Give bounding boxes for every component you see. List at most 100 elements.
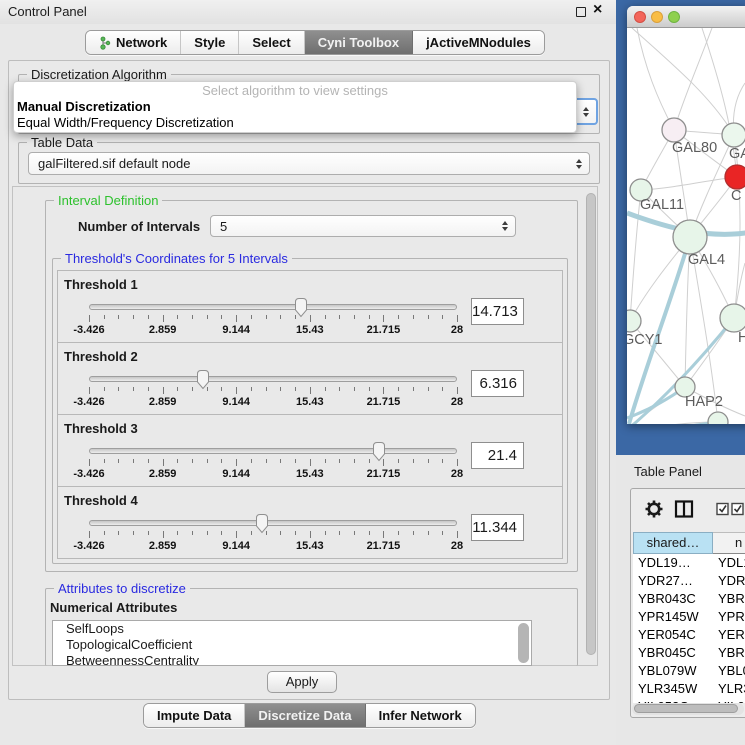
network-node-gal80[interactable]	[662, 118, 686, 142]
threshold-2-slider[interactable]	[89, 376, 457, 382]
table-cell[interactable]: YPR1	[718, 608, 745, 626]
table-cell[interactable]: YBR043C	[638, 590, 712, 608]
table-cell[interactable]: YBR0	[718, 590, 745, 608]
float-window-icon[interactable]	[576, 7, 586, 17]
table-cell[interactable]: YPR145W	[638, 608, 712, 626]
threshold-3-slider[interactable]	[89, 448, 457, 454]
slider-tick	[413, 459, 414, 463]
threshold-3-value-field[interactable]: 21.4	[471, 442, 524, 469]
network-icon	[99, 36, 111, 50]
table-cell[interactable]: YER054C	[638, 626, 712, 644]
tab-impute-data[interactable]: Impute Data	[144, 704, 245, 727]
table-row[interactable]: YBL079W YBL0	[633, 662, 745, 680]
column-header-name[interactable]: n	[713, 532, 745, 554]
tab-label: Infer Network	[379, 708, 462, 723]
threshold-1-slider[interactable]	[89, 304, 457, 310]
tab-style[interactable]: Style	[181, 31, 239, 54]
slider-tick-labels: -3.4262.8599.14415.4321.71528	[89, 540, 457, 553]
table-cell[interactable]: YBL079W	[638, 662, 712, 680]
threshold-4-slider[interactable]	[89, 520, 457, 526]
network-node[interactable]	[720, 304, 745, 332]
network-node-gal4[interactable]	[673, 220, 707, 254]
list-item[interactable]: BetweennessCentrality	[53, 653, 531, 666]
table-cell[interactable]: YDL19…	[638, 554, 712, 572]
slider-tick	[310, 459, 311, 466]
slider-tick	[148, 459, 149, 463]
slider-tick	[104, 531, 105, 535]
tab-cyni-toolbox[interactable]: Cyni Toolbox	[305, 31, 413, 54]
slider-tick	[163, 531, 164, 538]
slider-tick-label: 15.43	[296, 540, 324, 552]
network-node-gcy1[interactable]	[627, 310, 641, 332]
checkbox-icons[interactable]	[716, 502, 745, 516]
table-row[interactable]: YPR145W YPR1	[633, 608, 745, 626]
tab-infer-network[interactable]: Infer Network	[366, 704, 475, 727]
slider-tick	[280, 459, 281, 463]
columns-icon[interactable]	[674, 499, 694, 519]
table-cell[interactable]: YLR3	[718, 680, 745, 698]
threshold-1-value-field[interactable]: 14.713	[471, 298, 524, 325]
slider-tick	[221, 531, 222, 535]
table-cell[interactable]: YER0	[718, 626, 745, 644]
slider-tick	[177, 459, 178, 463]
slider-tick-label: 9.144	[222, 468, 250, 480]
tab-network[interactable]: Network	[86, 31, 181, 54]
table-cell[interactable]: YLR345W	[638, 680, 712, 698]
slider-tick	[457, 315, 458, 322]
list-item[interactable]: SelfLoops	[53, 621, 531, 637]
table-cell[interactable]: YDR27…	[638, 572, 712, 590]
slider-tick-label: 15.43	[296, 396, 324, 408]
tab-select[interactable]: Select	[239, 31, 304, 54]
threshold-4-value-field[interactable]: 11.344	[471, 514, 524, 541]
tab-label: Network	[116, 35, 167, 50]
table-cell[interactable]: YDL1	[718, 554, 745, 572]
threshold-2-value-field[interactable]: 6.316	[471, 370, 524, 397]
list-scrollbar-thumb[interactable]	[518, 623, 529, 663]
tab-jactivemnodules[interactable]: jActiveMNodules	[413, 31, 544, 54]
apply-button[interactable]: Apply	[267, 671, 337, 693]
column-header-shared-name[interactable]: shared…	[633, 532, 713, 554]
table-cell[interactable]: YDR2	[718, 572, 745, 590]
table-panel-title: Table Panel	[634, 464, 702, 479]
slider-tick	[148, 387, 149, 391]
table-row[interactable]: YLR345W YLR3	[633, 680, 745, 698]
network-node[interactable]	[708, 412, 728, 424]
network-window-titlebar	[627, 6, 745, 28]
network-window: GAL80 GA C GAL11 GAL4 GCY1 H HAP2	[627, 6, 745, 424]
vertical-scrollbar-thumb[interactable]	[586, 193, 596, 655]
slider-tick	[266, 387, 267, 391]
table-row[interactable]: YER054C YER0	[633, 626, 745, 644]
table-cell[interactable]: YBL0	[718, 662, 745, 680]
table-row[interactable]: YBR045C YBR0	[633, 644, 745, 662]
table-row[interactable]: YDL19… YDL1	[633, 554, 745, 572]
horizontal-scrollbar-thumb[interactable]	[634, 704, 738, 713]
number-of-intervals-combobox[interactable]: 5	[210, 215, 516, 237]
list-item[interactable]: TopologicalCoefficient	[53, 637, 531, 653]
table-row[interactable]: YBR043C YBR0	[633, 590, 745, 608]
thresholds-group-title: Threshold's Coordinates for 5 Intervals	[61, 251, 292, 266]
minimize-traffic-light-icon[interactable]	[651, 11, 663, 23]
zoom-traffic-light-icon[interactable]	[668, 11, 680, 23]
slider-tick-label: 28	[451, 468, 463, 480]
number-of-intervals-value: 5	[220, 219, 227, 234]
network-node-selected-red[interactable]	[725, 165, 745, 189]
close-icon[interactable]: ×	[593, 1, 602, 19]
network-node[interactable]	[722, 123, 745, 147]
popup-option-manual-discretization[interactable]: Manual Discretization	[14, 99, 576, 115]
popup-option-equal-width-frequency[interactable]: Equal Width/Frequency Discretization	[14, 115, 576, 131]
slider-tick	[310, 531, 311, 538]
slider-tick-label: 28	[451, 324, 463, 336]
table-data-combobox[interactable]: galFiltered.sif default node	[28, 152, 590, 175]
control-panel-titlebar: Control Panel ×	[0, 0, 618, 24]
close-traffic-light-icon[interactable]	[634, 11, 646, 23]
table-cell[interactable]: YBR0	[718, 644, 745, 662]
tab-label: Style	[194, 35, 225, 50]
gear-icon[interactable]	[644, 499, 664, 519]
table-cell[interactable]: YBR045C	[638, 644, 712, 662]
combo-stepper-icon	[502, 221, 508, 231]
tab-label: jActiveMNodules	[426, 35, 531, 50]
slider-tick-label: -3.426	[73, 324, 104, 336]
slider-tick	[221, 387, 222, 391]
tab-discretize-data[interactable]: Discretize Data	[245, 704, 365, 727]
table-row[interactable]: YDR27… YDR2	[633, 572, 745, 590]
